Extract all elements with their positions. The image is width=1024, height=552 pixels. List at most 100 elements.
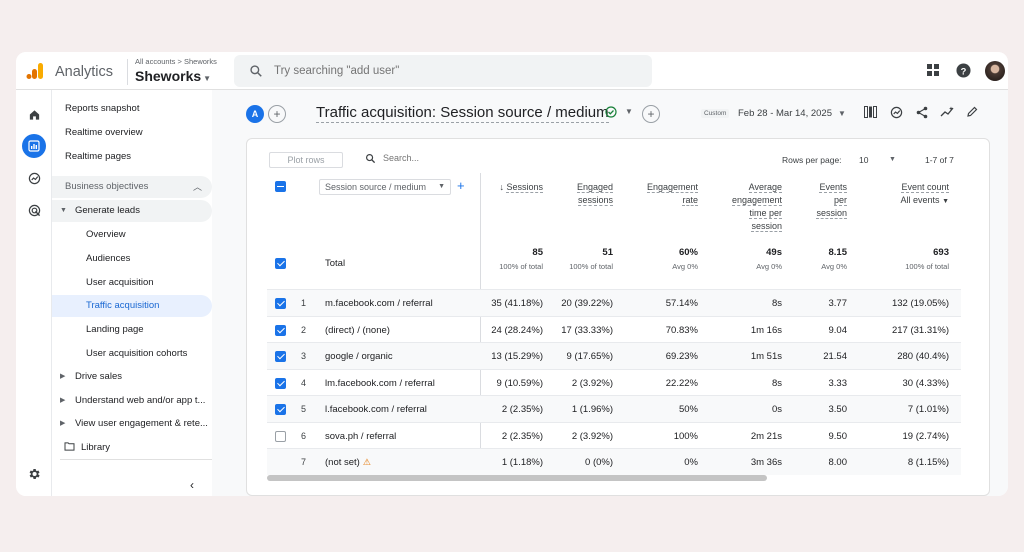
settings-gear-icon[interactable] xyxy=(22,462,46,486)
nav-realtime-overview[interactable]: Realtime overview xyxy=(52,122,212,144)
col-events-per-session[interactable]: Events per session xyxy=(787,181,847,220)
nav-audiences[interactable]: Audiences xyxy=(52,248,212,270)
row-dimension[interactable]: (not set) ⚠ xyxy=(325,457,371,468)
nav-library[interactable]: Library xyxy=(52,437,212,459)
trending-sparkle-icon[interactable] xyxy=(940,106,954,118)
plot-rows-button[interactable]: Plot rows xyxy=(269,152,343,168)
cell-sessions: 2 (2.35%) xyxy=(501,404,543,415)
total-avg-time-sub: Avg 0% xyxy=(756,262,782,271)
row-dimension-label: google / organic xyxy=(325,351,393,362)
cell-sessions: 24 (28.24%) xyxy=(491,324,543,336)
col-label: rate xyxy=(682,195,698,206)
customize-report-icon[interactable] xyxy=(864,106,877,118)
table-search-input[interactable] xyxy=(383,153,503,163)
title-chevron-down-icon[interactable]: ▼ xyxy=(625,107,633,116)
row-dimension[interactable]: google / organic xyxy=(325,351,393,362)
help-icon[interactable]: ? xyxy=(956,63,971,78)
add-comparison-button[interactable]: + xyxy=(268,105,286,123)
col-avg-engagement-time[interactable]: Average engagement time per session xyxy=(707,181,782,233)
row-dimension[interactable]: sova.ph / referral xyxy=(325,431,396,442)
add-dimension-button[interactable]: + xyxy=(457,178,465,193)
table-row[interactable]: 4 lm.facebook.com / referral 9 (10.59%) 2 (… xyxy=(267,368,961,396)
account-selector[interactable]: Sheworks ▼ xyxy=(135,68,211,84)
row-dimension[interactable]: m.facebook.com / referral xyxy=(325,298,433,309)
analytics-logo-icon[interactable] xyxy=(26,62,44,80)
rows-per-page-select[interactable]: 10 xyxy=(859,155,868,165)
nav-section-business-objectives[interactable]: Business objectives ︿ xyxy=(52,176,212,198)
collapse-nav-chevron-icon[interactable]: ‹ xyxy=(190,478,194,492)
row-checkbox[interactable] xyxy=(275,298,286,309)
nav-overview[interactable]: Overview xyxy=(52,224,212,246)
date-range-selector[interactable]: Feb 28 - Mar 14, 2025 xyxy=(738,108,832,119)
row-checkbox[interactable] xyxy=(275,324,286,336)
rows-per-page-chevron-icon[interactable]: ▼ xyxy=(889,156,896,163)
user-avatar[interactable] xyxy=(985,61,1005,81)
nav-group-understand-web-app[interactable]: ▶ Understand web and/or app t... xyxy=(52,390,212,412)
total-avg-time: 49s xyxy=(766,247,782,258)
table-row[interactable]: 3 google / organic 13 (15.29%) 9 (17.65%) 69… xyxy=(267,342,961,369)
row-checkbox[interactable] xyxy=(275,377,286,389)
add-report-button[interactable]: + xyxy=(642,105,660,123)
row-dimension[interactable]: lm.facebook.com / referral xyxy=(325,378,435,389)
date-custom-badge: Custom xyxy=(701,109,730,118)
home-icon[interactable] xyxy=(22,102,46,126)
cell-avg-time: 1m 16s xyxy=(750,324,782,336)
global-search[interactable] xyxy=(234,55,652,87)
explore-icon[interactable] xyxy=(22,166,46,190)
reports-icon[interactable] xyxy=(22,134,46,158)
comparison-chip[interactable]: A xyxy=(246,105,264,123)
horizontal-scrollbar[interactable] xyxy=(267,475,767,481)
cell-engaged: 2 (3.92%) xyxy=(571,430,613,442)
select-all-checkbox[interactable] xyxy=(275,181,286,192)
cell-event-count: 7 (1.01%) xyxy=(907,404,949,415)
table-row[interactable]: 2 (direct) / (none) 24 (28.24%) 17 (33.33%)… xyxy=(267,315,961,343)
folder-icon xyxy=(64,442,75,451)
col-label: Event count xyxy=(901,182,949,193)
dimension-select[interactable]: Session source / medium ▼ xyxy=(319,179,451,195)
cell-engaged: 1 (1.96%) xyxy=(571,404,613,415)
nav-group-user-engagement[interactable]: ▶ View user engagement & rete... xyxy=(52,413,212,435)
nav-user-acquisition[interactable]: User acquisition xyxy=(52,272,212,294)
row-index: 5 xyxy=(301,404,307,414)
event-filter-chevron-icon[interactable]: ▼ xyxy=(942,198,949,205)
col-engaged-sessions[interactable]: Engaged sessions xyxy=(553,181,613,207)
row-checkbox[interactable] xyxy=(275,430,286,442)
row-dimension[interactable]: (direct) / (none) xyxy=(325,325,390,336)
col-event-count[interactable]: Event count All events ▼ xyxy=(857,181,949,208)
total-checkbox[interactable] xyxy=(275,258,286,269)
row-checkbox[interactable] xyxy=(275,404,286,415)
nav-user-acquisition-cohorts[interactable]: User acquisition cohorts xyxy=(52,343,212,365)
insights-icon[interactable] xyxy=(890,106,903,119)
share-icon[interactable] xyxy=(916,106,928,119)
row-dimension[interactable]: l.facebook.com / referral xyxy=(325,404,427,415)
advertising-icon[interactable] xyxy=(22,198,46,222)
caret-down-icon: ▼ xyxy=(60,207,67,214)
row-checkbox[interactable] xyxy=(275,351,286,362)
cell-events-per: 8.00 xyxy=(828,457,848,468)
group-label: Generate leads xyxy=(75,205,140,216)
edit-pencil-icon[interactable] xyxy=(966,106,978,118)
data-table-card: Plot rows Rows per page: 10 ▼ 1-7 of 7 S… xyxy=(246,138,990,496)
col-sessions[interactable]: ↓ Sessions xyxy=(485,181,543,194)
nav-realtime-pages[interactable]: Realtime pages xyxy=(52,146,212,168)
nav-group-drive-sales[interactable]: ▶ Drive sales xyxy=(52,366,212,388)
main-content: A + Traffic acquisition: Session source … xyxy=(212,90,1008,496)
table-row[interactable]: 6 sova.ph / referral 2 (2.35%) 2 (3.92%) 100… xyxy=(267,421,961,449)
nav-reports-snapshot[interactable]: Reports snapshot xyxy=(52,98,212,120)
table-row[interactable]: 7 (not set) ⚠ 1 (1.18%) 0 (0%) 0% 3m 36s 8.00 8 … xyxy=(267,448,961,475)
event-filter-select[interactable]: All events xyxy=(901,195,940,205)
nav-group-generate-leads[interactable]: ▼ Generate leads xyxy=(52,200,212,222)
nav-traffic-acquisition[interactable]: Traffic acquisition xyxy=(52,295,212,317)
nav-landing-page[interactable]: Landing page xyxy=(52,319,212,341)
search-input[interactable] xyxy=(274,63,634,79)
table-row[interactable]: 5 l.facebook.com / referral 2 (2.35%) 1 (1.… xyxy=(267,395,961,422)
apps-grid-icon[interactable] xyxy=(926,63,940,77)
cell-sessions: 2 (2.35%) xyxy=(501,430,543,442)
date-chevron-down-icon[interactable]: ▼ xyxy=(838,109,846,118)
warning-icon[interactable]: ⚠ xyxy=(363,457,371,467)
account-breadcrumb[interactable]: All accounts > Sheworks xyxy=(135,57,217,66)
col-engagement-rate[interactable]: Engagement rate xyxy=(623,181,698,207)
table-row[interactable]: 1 m.facebook.com / referral 35 (41.18%) 20 … xyxy=(267,289,961,316)
cell-rate: 69.23% xyxy=(665,351,698,362)
report-title[interactable]: Traffic acquisition: Session source / me… xyxy=(316,104,609,123)
